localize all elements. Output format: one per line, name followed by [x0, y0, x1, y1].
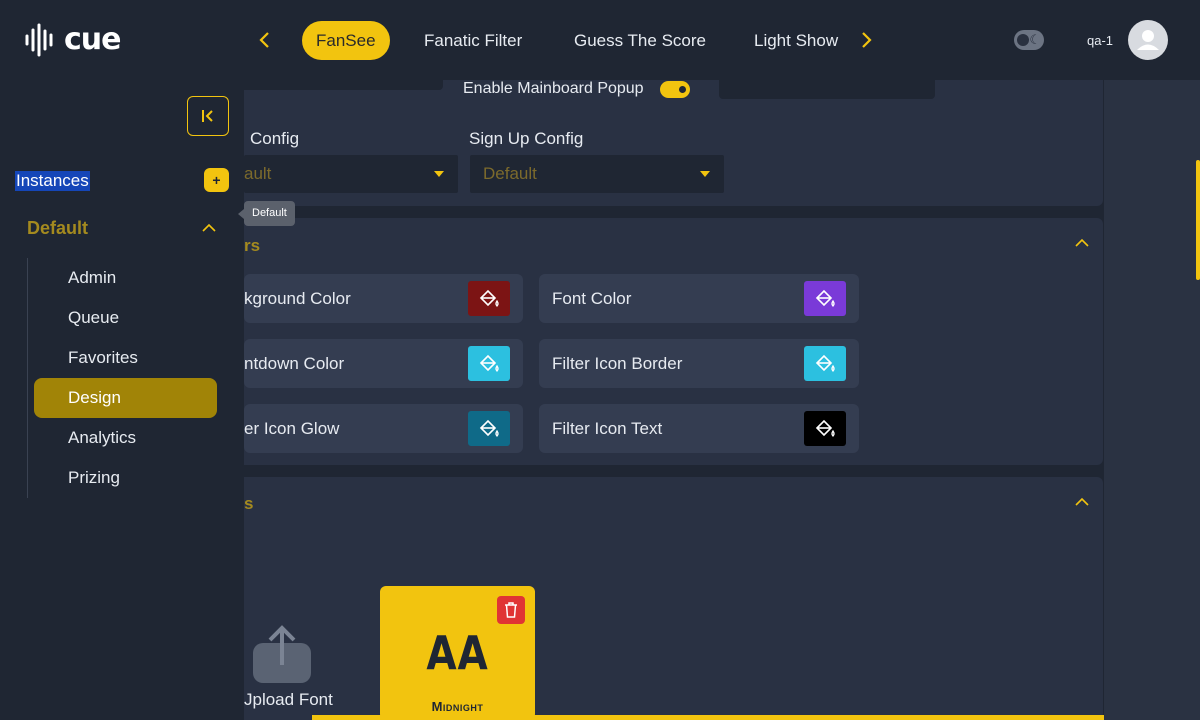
mainboard-popup-label: Enable Mainboard Popup: [463, 80, 644, 97]
scrollbar-thumb[interactable]: [1196, 160, 1200, 280]
partial-input[interactable]: [244, 80, 443, 90]
chevron-up-icon[interactable]: [1074, 494, 1090, 510]
fonts-section-title: s: [244, 494, 254, 513]
tab-fanatic-filter[interactable]: Fanatic Filter: [424, 21, 522, 60]
signup-config-label: Sign Up Config: [469, 129, 584, 148]
toggle-knob: [679, 86, 686, 93]
toggle-knob: [1017, 34, 1029, 46]
partial-input[interactable]: [719, 80, 935, 99]
chevron-left-icon[interactable]: [252, 28, 276, 52]
collapse-left-icon: [202, 110, 213, 122]
color-row-font: Font Color: [539, 274, 859, 323]
paint-bucket-icon: [479, 419, 499, 437]
font-name: Midnight: [431, 699, 484, 714]
color-row-background: kground Color: [244, 274, 523, 323]
user-icon: [1137, 30, 1159, 50]
paint-bucket-icon: [815, 419, 835, 437]
cue-logo[interactable]: cue: [24, 22, 121, 57]
tab-light-show[interactable]: Light Show: [754, 21, 838, 60]
upload-font-label: Jpload Font: [244, 690, 333, 709]
color-label: ntdown Color: [244, 354, 345, 373]
swatch-countdown[interactable]: [468, 346, 510, 381]
chevron-right-icon[interactable]: [855, 28, 879, 52]
chevron-up-icon[interactable]: [1074, 235, 1090, 251]
caret-down-icon: [700, 171, 710, 177]
sidebar: Instances + Default Admin Queue Favorite…: [0, 80, 244, 720]
config-label: Config: [250, 129, 300, 148]
scrollbar-track[interactable]: [1104, 80, 1200, 720]
color-row-filter-icon-border: Filter Icon Border: [539, 339, 859, 388]
sidebar-item-analytics[interactable]: Analytics: [34, 418, 217, 458]
fonts-section: s: [244, 477, 1103, 720]
username: qa-1: [1087, 33, 1114, 48]
theme-toggle[interactable]: ☾: [1014, 30, 1044, 50]
sidebar-item-favorites[interactable]: Favorites: [34, 338, 217, 378]
font-card-midnight[interactable]: AA Midnight: [380, 586, 535, 720]
font-preview: AA: [426, 626, 489, 680]
caret-down-icon: [434, 171, 444, 177]
trash-icon: [505, 602, 517, 618]
swatch-filter-icon-border[interactable]: [804, 346, 846, 381]
color-row-filter-icon-text: Filter Icon Text: [539, 404, 859, 453]
selection-bar: [312, 715, 1104, 720]
signup-config-select-value: Default: [483, 164, 537, 183]
instance-default[interactable]: Default: [27, 218, 88, 239]
paint-bucket-icon: [815, 289, 835, 307]
tab-fansee[interactable]: FanSee: [302, 21, 390, 60]
add-instance-button[interactable]: +: [204, 168, 229, 192]
mainboard-popup-toggle[interactable]: [660, 81, 690, 98]
tab-guess-the-score[interactable]: Guess The Score: [574, 21, 706, 60]
color-label: Font Color: [552, 289, 632, 308]
config-select-value: ault: [244, 164, 272, 183]
signup-config-select[interactable]: Default: [470, 155, 724, 193]
sidebar-item-design[interactable]: Design: [34, 378, 217, 418]
delete-font-button[interactable]: [497, 596, 525, 624]
swatch-filter-icon-text[interactable]: [804, 411, 846, 446]
sidebar-item-prizing[interactable]: Prizing: [34, 458, 217, 498]
swatch-background[interactable]: [468, 281, 510, 316]
upload-icon: [253, 625, 311, 683]
sidebar-item-admin[interactable]: Admin: [34, 258, 217, 298]
colors-section: rs kground Color Font Color ntdown Color…: [244, 218, 1103, 465]
config-select[interactable]: ault: [244, 155, 458, 193]
paint-bucket-icon: [815, 354, 835, 372]
color-label: Filter Icon Text: [552, 419, 663, 438]
swatch-filter-icon-glow[interactable]: [468, 411, 510, 446]
moon-icon: ☾: [1029, 32, 1041, 47]
color-row-filter-icon-glow: er Icon Glow: [244, 404, 523, 453]
chevron-up-icon[interactable]: [201, 220, 217, 236]
avatar[interactable]: [1128, 20, 1168, 60]
main-content: Enable Mainboard Popup Config ault Sign …: [244, 80, 1200, 720]
tooltip: Default: [238, 201, 295, 226]
settings-panel: Enable Mainboard Popup Config ault Sign …: [244, 80, 1103, 206]
waveform-icon: [25, 23, 53, 56]
paint-bucket-icon: [479, 289, 499, 307]
color-label: kground Color: [244, 289, 351, 308]
color-row-countdown: ntdown Color: [244, 339, 523, 388]
top-bar: cue FanSee Fanatic Filter Guess The Scor…: [0, 0, 1200, 80]
collapse-sidebar-button[interactable]: [187, 96, 229, 136]
swatch-font[interactable]: [804, 281, 846, 316]
color-label: Filter Icon Border: [552, 354, 683, 373]
sidebar-item-queue[interactable]: Queue: [34, 298, 217, 338]
paint-bucket-icon: [479, 354, 499, 372]
colors-section-title: rs: [244, 236, 261, 255]
logo-text: cue: [64, 22, 121, 57]
instances-label: Instances: [15, 171, 90, 191]
menu-divider: [27, 258, 28, 498]
color-label: er Icon Glow: [244, 419, 340, 438]
